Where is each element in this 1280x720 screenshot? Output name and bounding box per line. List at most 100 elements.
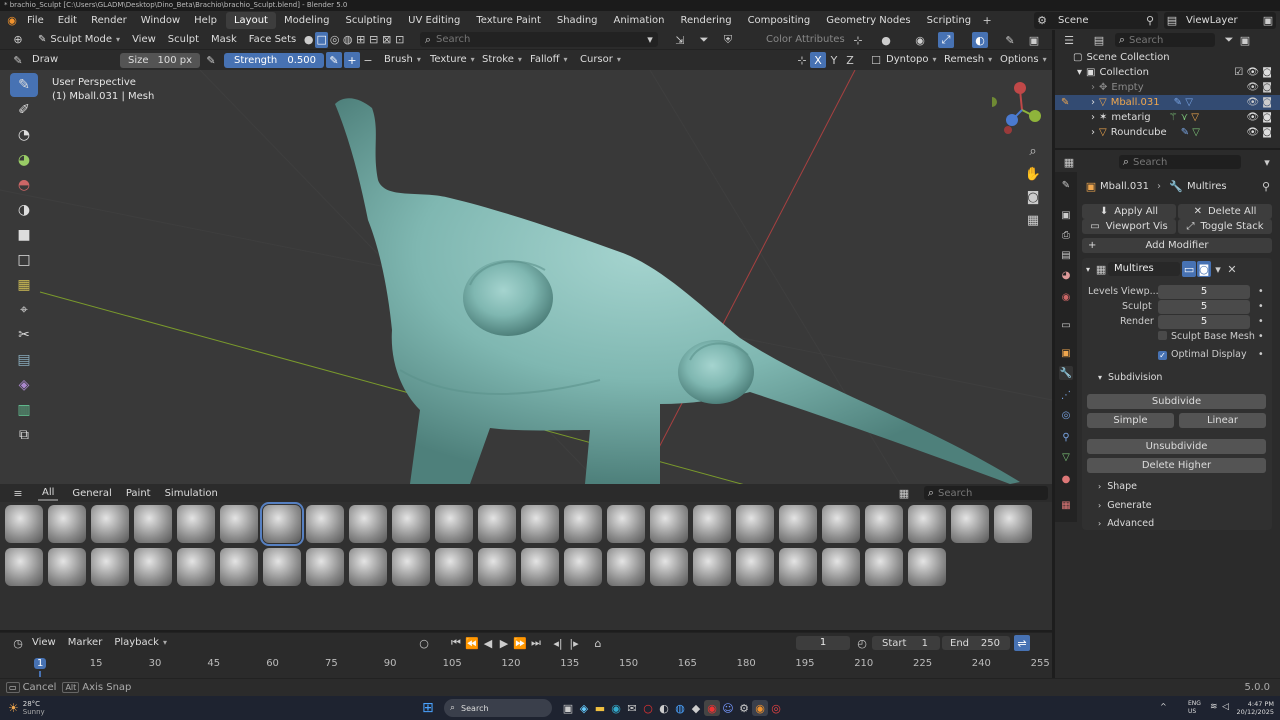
draw-tool-icon[interactable]: ✎ — [10, 73, 38, 97]
trim-tool-icon[interactable]: ⌖ — [10, 298, 38, 322]
cloth-filter-tool-icon[interactable]: ◈ — [10, 373, 38, 397]
gizmo-toggle-icon[interactable]: ⊹ — [850, 32, 866, 48]
tab-shading[interactable]: Shading — [549, 12, 606, 29]
optimal-display-dot[interactable]: • — [1258, 349, 1264, 360]
output-tab-icon[interactable]: ⎙ — [1059, 228, 1073, 242]
line-project-tool-icon[interactable]: ✂ — [10, 323, 38, 347]
mode-selector[interactable]: ✎ Sculpt Mode — [32, 30, 126, 50]
pressure-strength-icon[interactable]: ✎ — [326, 52, 342, 68]
blender-app-icon[interactable]: ◉ — [752, 700, 768, 716]
record-icon[interactable]: ○ — [416, 635, 432, 651]
render-levels-dot[interactable]: • — [1258, 316, 1264, 327]
delete-higher-button[interactable]: Delete Higher — [1087, 458, 1266, 473]
collection-row[interactable]: ▾ ▣ Collection ☑ 👁 ◙ — [1055, 65, 1280, 80]
camera-icon[interactable]: ◙ — [1022, 186, 1044, 208]
scene-tab-icon[interactable]: ◕ — [1059, 268, 1073, 282]
blender-logo-icon[interactable]: ◉ — [4, 13, 20, 29]
brush-thumbnail[interactable] — [91, 505, 129, 543]
mask-tool-icon[interactable]: ■ — [10, 223, 38, 247]
brush-thumbnail[interactable] — [435, 548, 473, 586]
jump-start-icon[interactable]: ⏮ — [448, 635, 464, 651]
file-explorer-icon[interactable]: ▬ — [592, 700, 608, 716]
scene-collection-row[interactable]: ▢ Scene Collection — [1055, 50, 1280, 65]
color-filter-tool-icon[interactable]: ▥ — [10, 398, 38, 422]
generate-section[interactable]: › Generate — [1098, 500, 1152, 511]
optimal-display-checkbox[interactable]: ✓ Optimal Display — [1158, 349, 1247, 360]
shelf-search[interactable]: ⌕ Search — [924, 486, 1048, 500]
tool-search[interactable]: ⌕ Search ▾ — [420, 32, 658, 47]
brush-thumbnail[interactable] — [48, 548, 86, 586]
select-circle-icon[interactable]: ◎ — [328, 32, 341, 48]
chrome-icon[interactable]: ◎ — [768, 700, 784, 716]
settings-app-icon[interactable]: ⚙ — [736, 700, 752, 716]
mirror-z-toggle[interactable]: Z — [842, 52, 858, 68]
subdivide-button[interactable]: Subdivide — [1087, 394, 1266, 409]
brush-thumbnail[interactable] — [349, 548, 387, 586]
view-layer-menu-icon[interactable]: ▣ — [1260, 13, 1276, 29]
brush-thumbnail[interactable] — [908, 505, 946, 543]
brush-thumbnail[interactable] — [263, 548, 301, 586]
advanced-section[interactable]: › Advanced — [1098, 518, 1154, 529]
tool-tab-icon[interactable]: ✎ — [1059, 178, 1073, 192]
outliner-item-metarig[interactable]: › ✶ metarig ⚚ ⋎ ▽ 👁 ◙ — [1055, 110, 1280, 125]
menu-edit[interactable]: Edit — [51, 11, 84, 30]
grab-tool-icon[interactable]: ◕ — [10, 148, 38, 172]
shelf-tab-all[interactable]: All — [38, 486, 59, 501]
brush-thumbnail[interactable] — [5, 548, 43, 586]
brush-thumbnail[interactable] — [865, 505, 903, 543]
brush-thumbnail[interactable] — [349, 505, 387, 543]
particles-tab-icon[interactable]: ⋰ — [1059, 388, 1073, 402]
show-in-render-icon[interactable]: ◙ — [1197, 261, 1212, 277]
pin-properties-icon[interactable]: ⚲ — [1258, 178, 1274, 194]
current-frame-field[interactable]: 1 — [796, 636, 850, 650]
brush-thumbnail[interactable] — [693, 505, 731, 543]
brush-thumbnail[interactable] — [306, 505, 344, 543]
steam-icon[interactable]: ◐ — [656, 700, 672, 716]
brush-thumbnail[interactable] — [650, 505, 688, 543]
view-layer-tab-icon[interactable]: ▤ — [1059, 248, 1073, 262]
brush-thumbnail[interactable] — [521, 505, 559, 543]
unsubdivide-button[interactable]: Unsubdivide — [1087, 439, 1266, 454]
opera-icon[interactable]: ○ — [640, 700, 656, 716]
brush-thumbnail[interactable] — [392, 548, 430, 586]
brush-thumbnail[interactable] — [564, 505, 602, 543]
editor-type-icon[interactable]: ⊕ — [10, 32, 26, 48]
mirror-x-toggle[interactable]: X — [810, 52, 826, 68]
remove-modifier-icon[interactable]: ✕ — [1225, 261, 1239, 277]
gizmos-icon[interactable]: ⤢ — [938, 32, 954, 48]
menu-window[interactable]: Window — [134, 11, 187, 30]
select-lasso-icon[interactable]: ◍ — [341, 32, 354, 48]
tab-scripting[interactable]: Scripting — [919, 12, 979, 29]
taskbar-search[interactable]: ⌕ Search — [444, 699, 552, 717]
pin-icon[interactable]: ⚲ — [1142, 13, 1158, 29]
tray-chevron-icon[interactable]: ^ — [1160, 702, 1167, 711]
3d-viewport[interactable] — [0, 70, 1052, 484]
select-box-icon[interactable]: □ — [315, 31, 329, 48]
outliner-item-mball[interactable]: ✎ › ▽ Mball.031 ✎ ▽ 👁 ◙ — [1055, 95, 1280, 110]
pressure-size-icon[interactable]: ✎ — [203, 52, 219, 68]
dyntopo-menu[interactable]: Dyntopo — [880, 50, 942, 70]
brush-thumbnail[interactable] — [736, 505, 774, 543]
scene-selector[interactable]: ⚙ Scene ⚲ — [1034, 12, 1158, 29]
brush-thumbnail[interactable] — [865, 548, 903, 586]
overlays-icon[interactable]: ◐ — [972, 32, 988, 48]
start-frame-field[interactable]: Start 1 — [872, 636, 940, 650]
discord-icon[interactable]: ☺ — [720, 700, 736, 716]
render-tab-icon[interactable]: ▣ — [1059, 208, 1073, 222]
brush-thumbnail[interactable] — [5, 505, 43, 543]
brush-thumbnail[interactable] — [220, 505, 258, 543]
options-menu[interactable]: Options — [994, 50, 1053, 70]
select-poly-icon[interactable]: ⊟ — [367, 32, 380, 48]
xray-icon[interactable]: ✎ — [1002, 32, 1018, 48]
tab-layout[interactable]: Layout — [225, 12, 276, 29]
transform-tool-icon[interactable]: ⧉ — [10, 423, 38, 447]
brush-thumbnail[interactable] — [736, 548, 774, 586]
mesh-filter-icon[interactable]: ⊠ — [380, 32, 393, 48]
select-line-icon[interactable]: ⊞ — [354, 32, 367, 48]
prev-marker-icon[interactable]: ◂| — [550, 635, 566, 651]
keying-icon[interactable]: ⌂ — [590, 635, 606, 651]
brush-thumbnail[interactable] — [177, 505, 215, 543]
next-marker-icon[interactable]: |▸ — [566, 635, 582, 651]
playhead[interactable] — [39, 671, 41, 677]
viewport-vis-button[interactable]: ▭ Viewport Vis — [1082, 219, 1176, 234]
